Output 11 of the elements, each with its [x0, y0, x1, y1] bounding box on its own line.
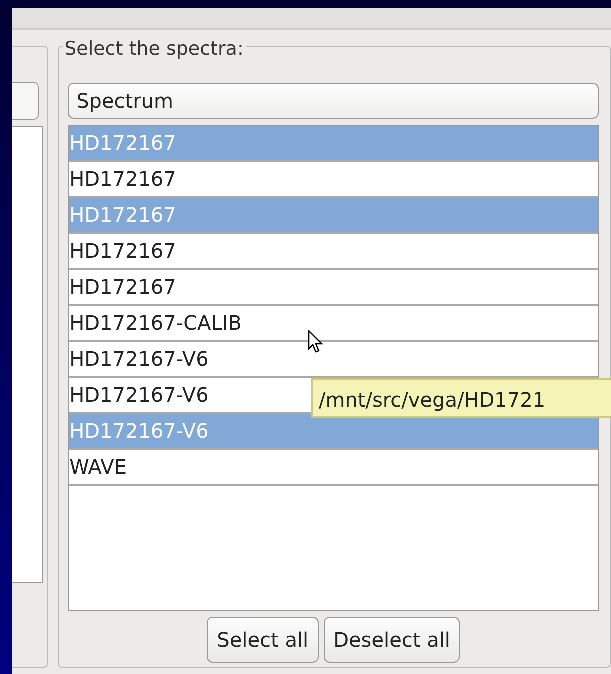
list-item[interactable]: HD172167 [68, 234, 598, 270]
list-item[interactable]: WAVE [68, 450, 598, 486]
group-title: Select the spectra: [62, 38, 246, 60]
list-item[interactable]: HD172167-CALIB [68, 306, 598, 342]
column-header[interactable] [12, 82, 39, 120]
action-button[interactable]: Select all [207, 617, 319, 663]
tooltip: /mnt/src/vega/HD1721 [311, 378, 611, 418]
cursor-icon [308, 330, 324, 354]
action-button[interactable]: Deselect all [324, 617, 460, 663]
list-item[interactable]: HD172167 [68, 270, 598, 306]
column-header[interactable]: Spectrum [68, 83, 599, 119]
